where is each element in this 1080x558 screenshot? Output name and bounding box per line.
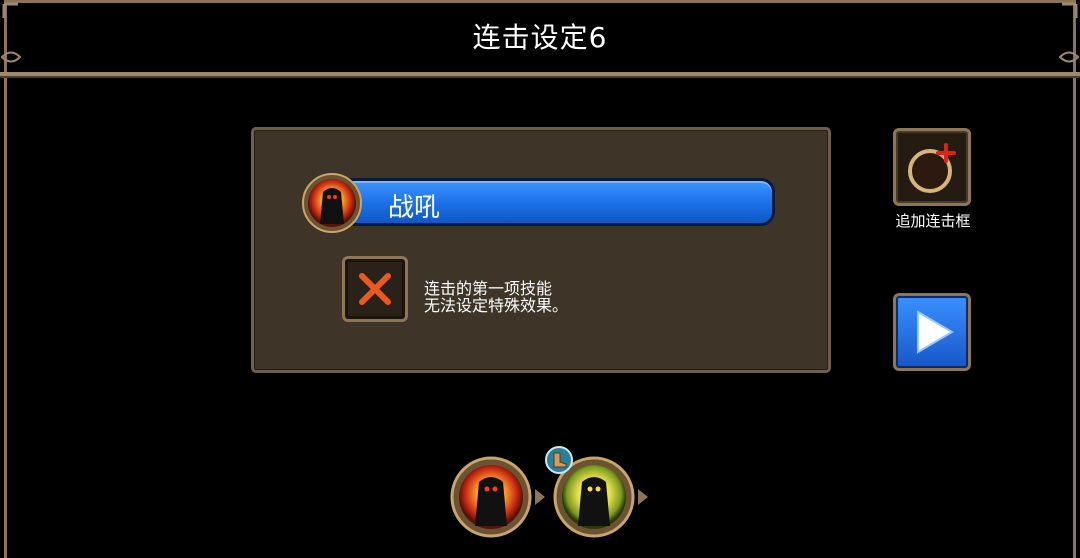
page-title: 连击设定6 [472,21,608,54]
title-bar: 连击设定6 [0,0,1080,76]
skill-name: 战吼 [388,193,441,223]
corner-ornament-icon [0,0,22,22]
play-button[interactable] [893,293,971,371]
corner-ornament-icon [1058,46,1080,68]
boot-badge-icon [544,445,574,475]
corner-ornament-icon [0,46,22,68]
game-screen: 连击设定6 战吼 连击的第一项技能 无法设定特殊效果。 追加连击框 [0,0,1080,558]
cancel-effect-button[interactable] [342,256,408,322]
combo-arrow-icon [636,487,650,507]
combo-slot-roar-icon[interactable] [450,456,532,538]
corner-ornament-icon [1058,0,1080,22]
add-combo-slot-button[interactable] [893,128,971,206]
combo-arrow-icon [533,487,547,507]
skill-panel [251,127,831,373]
x-icon [359,273,391,305]
add-slot-icon [908,143,956,193]
info-line-1: 连击的第一项技能 [424,279,553,298]
roar-skill-icon[interactable] [301,172,363,234]
info-text: 连击的第一项技能 无法设定特殊效果。 [424,280,568,314]
skill-selector-bar[interactable]: 战吼 [333,178,775,226]
play-icon [917,310,954,354]
info-line-2: 无法设定特殊效果。 [424,296,569,315]
add-combo-slot-label: 追加连击框 [895,212,971,230]
